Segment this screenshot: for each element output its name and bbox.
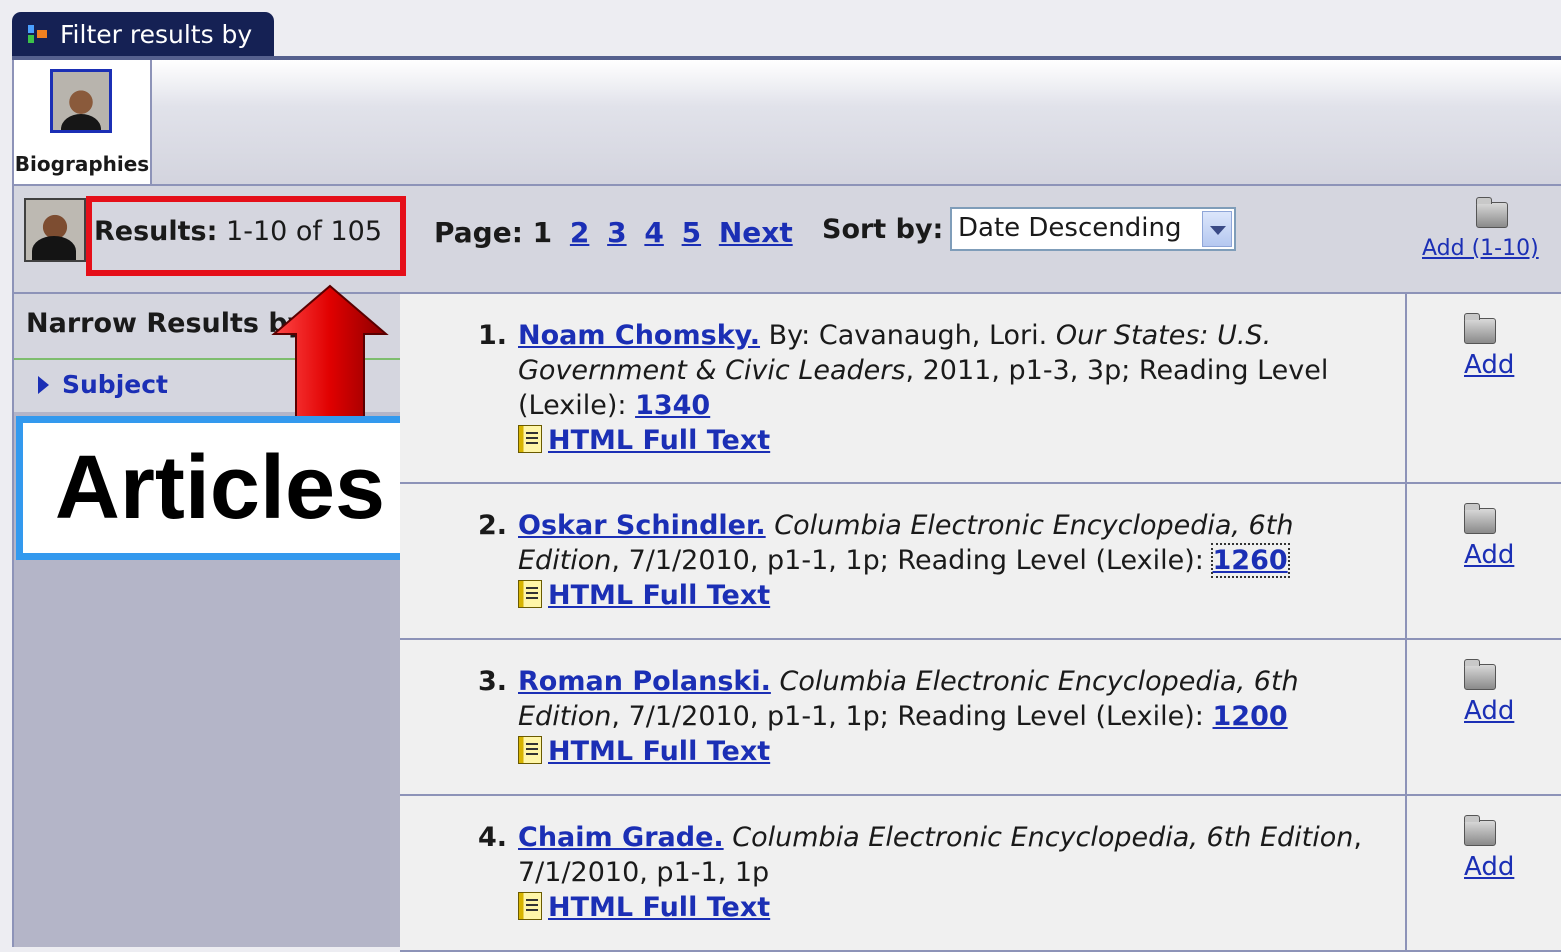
page-link-3[interactable]: 3 bbox=[607, 216, 626, 249]
result-body-cell: 3. Roman Polanski. Columbia Electronic E… bbox=[400, 640, 1407, 794]
folder-icon[interactable] bbox=[1464, 659, 1496, 690]
sort-label: Sort by: bbox=[822, 214, 944, 245]
lexile-link[interactable]: 1200 bbox=[1213, 701, 1288, 732]
result-item: 2. Oskar Schindler. Columbia Electronic … bbox=[400, 484, 1561, 640]
result-title-link[interactable]: Noam Chomsky. bbox=[518, 320, 760, 351]
result-body-cell: 2. Oskar Schindler. Columbia Electronic … bbox=[400, 484, 1407, 638]
add-all-to-folder-link[interactable]: Add (1-10) bbox=[1422, 236, 1539, 261]
biographies-small-icon bbox=[24, 198, 86, 262]
add-to-folder-link[interactable]: Add bbox=[1464, 350, 1514, 380]
folder-icon[interactable] bbox=[1464, 815, 1496, 846]
result-item: 4. Chaim Grade. Columbia Electronic Ency… bbox=[400, 796, 1561, 952]
add-to-folder-link[interactable]: Add bbox=[1464, 852, 1514, 882]
add-to-folder-link[interactable]: Add bbox=[1464, 540, 1514, 570]
result-item: 1. Noam Chomsky. By: Cavanaugh, Lori. Ou… bbox=[400, 294, 1561, 484]
source-biographies[interactable]: Biographies bbox=[14, 60, 152, 184]
sort-select[interactable]: Date Descending bbox=[950, 207, 1236, 251]
results-highlight-box bbox=[86, 196, 406, 276]
next-page-link[interactable]: Next bbox=[719, 216, 793, 249]
result-details: , 7/1/2010, p1-1, 1p; Reading Level (Lex… bbox=[611, 545, 1204, 576]
results-list: 1. Noam Chomsky. By: Cavanaugh, Lori. Ou… bbox=[400, 294, 1561, 952]
biographies-icon[interactable] bbox=[50, 69, 112, 133]
result-item: 3. Roman Polanski. Columbia Electronic E… bbox=[400, 640, 1561, 796]
result-number: 2. bbox=[478, 510, 508, 541]
biographies-label[interactable]: Biographies bbox=[14, 152, 150, 176]
articles-callout: Articles bbox=[16, 416, 424, 560]
folder-icon[interactable] bbox=[1476, 197, 1508, 228]
folder-icon[interactable] bbox=[1464, 313, 1496, 344]
result-number: 1. bbox=[478, 320, 508, 351]
folder-icon[interactable] bbox=[1464, 503, 1496, 534]
result-title-link[interactable]: Chaim Grade. bbox=[518, 822, 724, 853]
full-text-document-icon bbox=[518, 736, 542, 764]
lexile-link[interactable]: 1260 bbox=[1210, 543, 1290, 578]
result-body-cell: 4. Chaim Grade. Columbia Electronic Ency… bbox=[400, 796, 1407, 950]
result-source: Columbia Electronic Encyclopedia, 6th Ed… bbox=[732, 822, 1354, 853]
html-full-text-link[interactable]: HTML Full Text bbox=[548, 736, 770, 767]
page-label: Page: bbox=[434, 216, 523, 249]
html-full-text-link[interactable]: HTML Full Text bbox=[548, 425, 770, 456]
full-text-document-icon bbox=[518, 580, 542, 608]
articles-callout-text: Articles bbox=[54, 437, 386, 538]
add-to-folder-cell: Add bbox=[1406, 640, 1561, 794]
page-link-4[interactable]: 4 bbox=[644, 216, 663, 249]
narrow-results-title: Narrow Results by bbox=[26, 308, 306, 339]
filter-panel: Biographies bbox=[12, 60, 1561, 186]
result-details: , 7/1/2010, p1-1, 1p; Reading Level (Lex… bbox=[611, 701, 1204, 732]
page-link-2[interactable]: 2 bbox=[570, 216, 589, 249]
result-number: 3. bbox=[478, 666, 508, 697]
page-current: 1 bbox=[532, 216, 553, 249]
subject-facet-label[interactable]: Subject bbox=[62, 370, 168, 399]
add-to-folder-cell: Add bbox=[1406, 294, 1561, 482]
add-to-folder-cell: Add bbox=[1406, 484, 1561, 638]
result-title-link[interactable]: Oskar Schindler. bbox=[518, 510, 766, 541]
results-bar: Results: 1-10 of 105 Page: 1 2 3 4 5 Nex… bbox=[12, 186, 1561, 294]
filter-results-tab[interactable]: Filter results by bbox=[12, 12, 274, 56]
lexile-link[interactable]: 1340 bbox=[635, 390, 710, 421]
result-number: 4. bbox=[478, 822, 508, 853]
sort-select-value: Date Descending bbox=[958, 213, 1182, 243]
result-title-link[interactable]: Roman Polanski. bbox=[518, 666, 771, 697]
filter-tab-label: Filter results by bbox=[60, 19, 253, 49]
pagination: Page: 1 2 3 4 5 Next bbox=[434, 216, 793, 249]
full-text-document-icon bbox=[518, 425, 542, 453]
html-full-text-link[interactable]: HTML Full Text bbox=[548, 580, 770, 611]
full-text-document-icon bbox=[518, 892, 542, 920]
filter-icon bbox=[28, 23, 50, 45]
html-full-text-link[interactable]: HTML Full Text bbox=[548, 892, 770, 923]
result-body-cell: 1. Noam Chomsky. By: Cavanaugh, Lori. Ou… bbox=[400, 294, 1407, 482]
dropdown-arrow-icon[interactable] bbox=[1202, 211, 1232, 247]
add-to-folder-cell: Add bbox=[1406, 796, 1561, 950]
add-to-folder-link[interactable]: Add bbox=[1464, 696, 1514, 726]
red-arrow-annotation bbox=[271, 284, 389, 419]
result-byline: By: Cavanaugh, Lori. bbox=[768, 320, 1048, 351]
expand-triangle-icon[interactable] bbox=[38, 376, 49, 394]
page-link-5[interactable]: 5 bbox=[682, 216, 701, 249]
